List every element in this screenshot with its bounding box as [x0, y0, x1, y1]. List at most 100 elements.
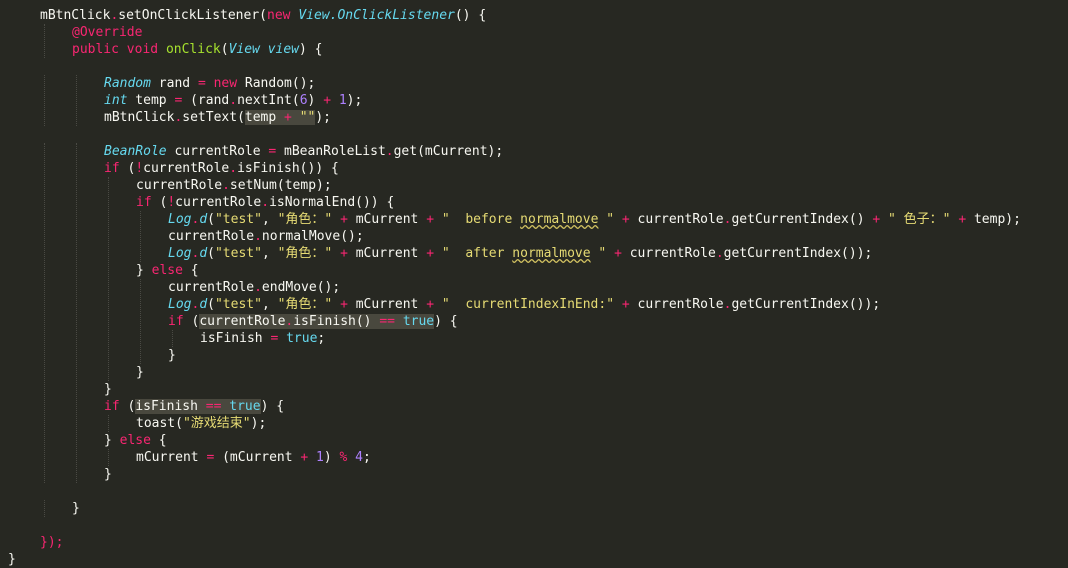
code-token: ) [307, 93, 324, 108]
code-token: "角色：" [277, 212, 333, 227]
code-token: + [614, 246, 622, 261]
code-token: ! [135, 161, 144, 176]
code-token: "test" [214, 297, 262, 312]
code-line[interactable]: Log. d("test", "角色：" + mCurrent + " after… [168, 245, 872, 262]
code-token: currentRole [175, 195, 262, 210]
indent-guide [76, 143, 77, 483]
code-token: currentRole [621, 246, 716, 261]
code-line[interactable]: currentRole.setNum(temp); [136, 177, 332, 194]
code-line[interactable]: } [8, 551, 16, 568]
code-line[interactable]: toast("游戏结束"); [136, 415, 266, 432]
code-line[interactable]: } [72, 500, 80, 517]
code-token: . [715, 246, 724, 261]
code-line[interactable]: if (currentRole.isFinish() == true) { [168, 313, 458, 330]
code-line[interactable]: int temp = (rand.nextInt(6) + 1); [104, 92, 362, 109]
code-editor[interactable]: mBtnClick.setOnClickListener(new View.On… [0, 0, 1068, 568]
code-token: ; [363, 450, 371, 465]
code-token: temp [244, 110, 285, 125]
code-line[interactable]: } else { [136, 262, 199, 279]
code-token: temp); [966, 212, 1021, 227]
code-token: ) { [260, 399, 285, 414]
code-line[interactable]: mCurrent = (mCurrent + 1) % 4; [136, 449, 371, 466]
code-token: + [621, 297, 630, 312]
code-token: void [126, 42, 159, 57]
code-token: setOnClickListener( [118, 8, 267, 23]
indent-guide [108, 415, 109, 432]
code-token: 6 [299, 93, 308, 108]
code-token: ( [207, 246, 215, 261]
code-token: , [261, 212, 278, 227]
code-token: , [261, 297, 278, 312]
code-line[interactable]: if (isFinish == true) { [104, 398, 284, 415]
code-token: toast( [136, 416, 183, 431]
code-token: currentRole [629, 297, 724, 312]
code-token: d [199, 212, 208, 227]
code-token: ( [207, 297, 215, 312]
code-token: "" [299, 110, 316, 125]
indent-guide [108, 177, 109, 381]
code-line[interactable]: Random rand = new Random(); [104, 75, 315, 92]
code-line[interactable]: if (!currentRole.isNormalEnd()) { [136, 194, 394, 211]
code-line[interactable]: mBtnClick.setText(temp + ""); [104, 109, 331, 126]
indent-guide [140, 279, 141, 364]
code-token: mBeanRoleList [276, 144, 386, 159]
code-line[interactable]: currentRole.endMove(); [168, 279, 340, 296]
code-token: getCurrentIndex()); [723, 246, 873, 261]
code-token: = [197, 76, 206, 91]
code-token [394, 314, 403, 329]
code-token: mCurrent [136, 450, 207, 465]
code-line[interactable]: } [168, 347, 176, 364]
code-token: ( [151, 195, 168, 210]
indent-guide [44, 143, 45, 483]
code-token: if [104, 399, 120, 414]
code-token: if [168, 314, 184, 329]
code-token: normalmove [520, 212, 599, 227]
code-token: } [168, 348, 176, 363]
code-line[interactable]: isFinish = true; [200, 330, 325, 347]
code-token: } [136, 263, 152, 278]
code-token: mBtnClick [40, 8, 111, 23]
code-token: isFinish() [293, 314, 380, 329]
code-line[interactable]: BeanRole currentRole = mBeanRoleList.get… [104, 143, 503, 160]
code-line[interactable]: public void onClick(View view) { [72, 41, 323, 58]
code-token: setText( [182, 110, 245, 125]
code-line[interactable]: currentRole.normalMove(); [168, 228, 364, 245]
code-line[interactable]: } [136, 364, 144, 381]
code-token: ! [167, 195, 176, 210]
code-line[interactable]: if (!currentRole.isFinish()) { [104, 160, 339, 177]
code-token: }); [40, 535, 64, 550]
code-token: , [261, 246, 278, 261]
code-line[interactable]: Log.d("test", "角色：" + mCurrent + " befor… [168, 211, 1021, 228]
code-token: currentRole [199, 314, 286, 329]
code-line[interactable]: Log.d("test", "角色：" + mCurrent + " curre… [168, 296, 880, 313]
code-token: d [199, 297, 208, 312]
code-token: mCurrent [347, 246, 427, 261]
code-token: " [598, 212, 615, 227]
code-token: . [222, 178, 230, 193]
code-token: rand [150, 76, 198, 91]
code-line[interactable]: mBtnClick.setOnClickListener(new View.On… [40, 7, 486, 24]
code-line[interactable]: } [104, 466, 112, 483]
code-token: == [379, 314, 395, 329]
code-line[interactable]: }); [40, 534, 63, 551]
code-token: endMove(); [261, 280, 341, 295]
indent-guide [140, 211, 141, 262]
code-token: + [284, 110, 292, 125]
indent-guide [172, 330, 173, 347]
code-token: currentRole [136, 178, 223, 193]
code-line[interactable]: } [104, 381, 112, 398]
code-token: mCurrent [347, 212, 427, 227]
code-line[interactable]: } else { [104, 432, 167, 449]
code-token: ); [315, 110, 332, 125]
code-line[interactable]: @Override [72, 24, 142, 41]
code-token: . [385, 144, 394, 159]
code-token: temp [127, 93, 175, 108]
code-token: + [426, 246, 435, 261]
